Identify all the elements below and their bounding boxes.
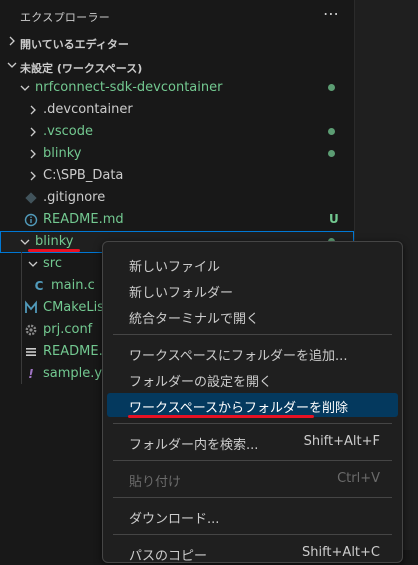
menu-item-label: フォルダーの設定を開く — [129, 375, 273, 390]
section-label: 開いているエディター — [20, 38, 129, 51]
menu-item-label: ダウンロード... — [129, 512, 220, 527]
menu-item-label: ワークスペースからフォルダーを削除 — [129, 401, 349, 416]
tree-item-label: .vscode — [43, 124, 93, 139]
tree-item-label: .gitignore — [43, 190, 106, 205]
section-label: 未設定 (ワークスペース) — [20, 62, 143, 75]
explorer-title-bar: エクスプローラー ⋯ — [0, 0, 354, 32]
section-workspace[interactable]: 未設定 (ワークスペース) — [0, 56, 354, 78]
annotation-underline — [128, 415, 314, 418]
exclamation-icon: ! — [28, 367, 34, 381]
menu-item-add-folder-to-workspace[interactable]: ワークスペースにフォルダーを追加... — [107, 341, 398, 365]
menu-item-label: ワークスペースにフォルダーを追加... — [129, 349, 348, 364]
menu-item-shortcut: Shift+Alt+C — [301, 545, 380, 560]
tree-item-label: nrfconnect-sdk-devcontainer — [35, 80, 223, 95]
git-icon — [25, 192, 37, 204]
chevron-down-icon — [20, 85, 30, 91]
menu-separator — [113, 334, 392, 335]
tree-item-gitignore[interactable]: .gitignore — [0, 187, 354, 209]
menu-item-new-folder[interactable]: 新しいフォルダー — [107, 278, 398, 302]
chevron-down-icon — [20, 239, 30, 245]
tree-item-label: README.md — [43, 212, 124, 227]
cmake-icon — [25, 300, 37, 313]
modified-dot — [328, 84, 335, 91]
chevron-right-icon — [30, 171, 36, 181]
menu-separator — [113, 423, 392, 424]
menu-item-copy-path[interactable]: パスのコピー Shift+Alt+C — [107, 541, 398, 565]
menu-separator — [113, 534, 392, 535]
menu-item-open-terminal[interactable]: 統合ターミナルで開く — [107, 304, 398, 328]
modified-dot — [328, 150, 335, 157]
menu-item-label: 新しいファイル — [129, 260, 221, 275]
menu-item-label: 新しいフォルダー — [129, 286, 234, 301]
menu-item-shortcut: Shift+Alt+F — [303, 434, 380, 449]
c-file-icon: C — [34, 279, 44, 293]
tree-item-label: src — [43, 256, 62, 271]
gear-icon — [25, 324, 37, 336]
tree-item-label: main.c — [51, 278, 95, 293]
chevron-right-icon — [9, 36, 15, 46]
tree-item-blinky-inner[interactable]: blinky — [0, 143, 354, 165]
chevron-down-icon — [7, 62, 17, 68]
menu-item-find-in-folder[interactable]: フォルダー内を検索... Shift+Alt+F — [107, 430, 398, 454]
menu-item-remove-folder-from-workspace[interactable]: ワークスペースからフォルダーを削除 — [107, 393, 398, 417]
chevron-right-icon — [30, 149, 36, 159]
tree-item-spb-data[interactable]: C:\SPB_Data — [0, 165, 354, 187]
menu-item-label: 貼り付け — [129, 475, 182, 490]
tree-item-vscode[interactable]: .vscode — [0, 121, 354, 143]
tree-item-devcontainer[interactable]: .devcontainer — [0, 99, 354, 121]
annotation-underline — [28, 249, 80, 252]
tree-item-readme[interactable]: README.md U — [0, 209, 354, 231]
menu-separator — [113, 460, 392, 461]
tree-item-label: .devcontainer — [43, 102, 133, 117]
menu-separator — [113, 497, 392, 498]
tree-item-root[interactable]: nrfconnect-sdk-devcontainer — [0, 77, 354, 99]
menu-item-shortcut: Ctrl+V — [337, 471, 380, 486]
explorer-title: エクスプローラー — [20, 11, 111, 24]
chevron-right-icon — [30, 105, 36, 115]
context-menu: 新しいファイル 新しいフォルダー 統合ターミナルで開く ワークスペースにフォルダ… — [102, 241, 403, 565]
tree-item-label: blinky — [35, 234, 74, 249]
text-file-icon — [26, 348, 36, 356]
tree-item-label: blinky — [43, 146, 82, 161]
menu-item-paste[interactable]: 貼り付け Ctrl+V — [107, 467, 398, 491]
section-open-editors[interactable]: 開いているエディター — [0, 32, 354, 54]
chevron-down-icon — [28, 261, 38, 267]
tree-item-label: C:\SPB_Data — [43, 168, 124, 183]
modified-dot — [328, 128, 335, 135]
tree-item-label: prj.conf — [43, 322, 93, 337]
info-icon — [24, 213, 38, 227]
menu-item-open-folder-settings[interactable]: フォルダーの設定を開く — [107, 367, 398, 391]
menu-item-download[interactable]: ダウンロード... — [107, 504, 398, 528]
menu-item-label: パスのコピー — [129, 549, 208, 564]
menu-item-new-file[interactable]: 新しいファイル — [107, 252, 398, 276]
chevron-right-icon — [30, 127, 36, 137]
menu-item-label: 統合ターミナルで開く — [129, 312, 260, 327]
untracked-badge: U — [329, 212, 339, 226]
menu-item-label: フォルダー内を検索... — [129, 438, 259, 453]
more-actions-icon[interactable]: ⋯ — [321, 4, 341, 24]
